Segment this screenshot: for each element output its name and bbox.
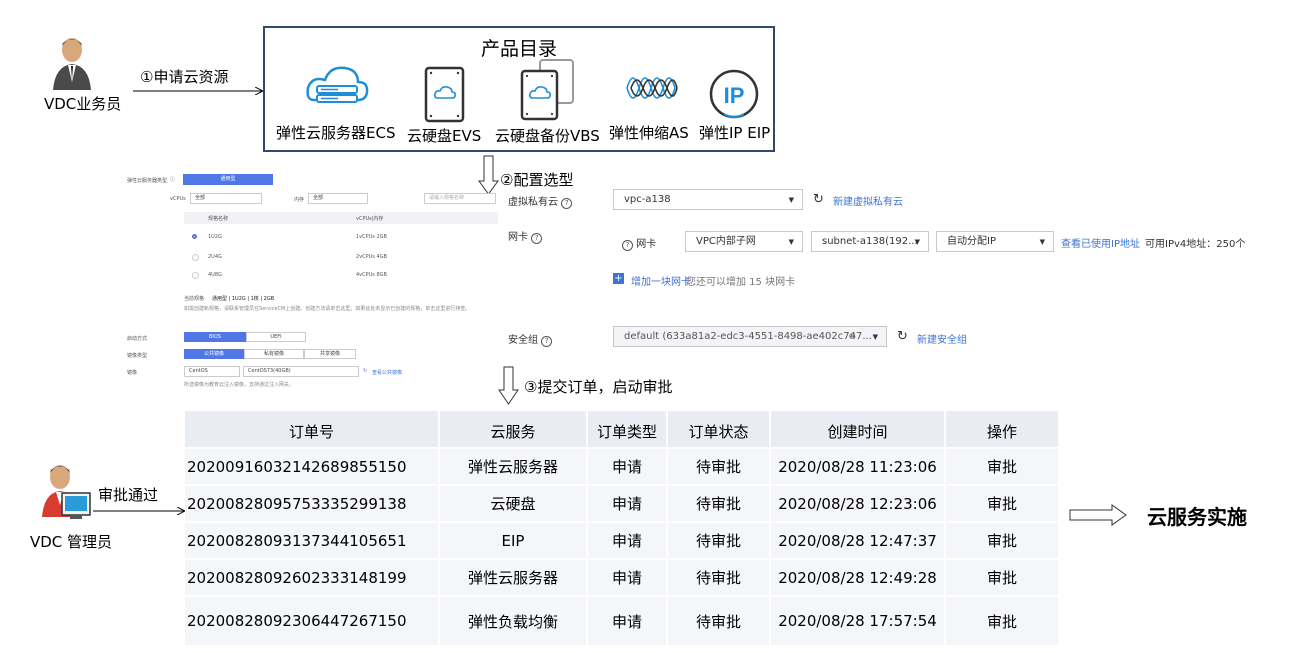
order-created: 2020/08/28 17:57:54 <box>771 597 946 647</box>
order-id: 20200828092306447267150 <box>185 597 440 647</box>
order-id: 2020082809575333529913​8 <box>185 486 440 523</box>
approve-action[interactable]: 审批 <box>946 449 1060 486</box>
order-service: 弹性云服务器 <box>440 449 588 486</box>
table-row: 20200828092602333148199 弹性云服务器 申请 待审批 20… <box>185 560 1060 597</box>
order-service: 弹性云服务器 <box>440 560 588 597</box>
order-created: 2020/08/28 12:49:28 <box>771 560 946 597</box>
order-id: 20200916032142689855150 <box>185 449 440 486</box>
approve-action[interactable]: 审批 <box>946 560 1060 597</box>
order-created: 2020/08/28 12:47:37 <box>771 523 946 560</box>
order-created: 2020/08/28 11:23:06 <box>771 449 946 486</box>
order-created: 2020/08/28 12:23:06 <box>771 486 946 523</box>
order-type: 申请 <box>588 597 668 647</box>
approve-action[interactable]: 审批 <box>946 597 1060 647</box>
approve-label: 审批通过 <box>98 486 159 504</box>
orders-table: 订单号 云服务 订单类型 订单状态 创建时间 操作 20200916032142… <box>185 411 1060 647</box>
result-label: 云服务实施 <box>1147 505 1247 529</box>
order-status: 待审批 <box>668 560 771 597</box>
order-type: 申请 <box>588 486 668 523</box>
order-status: 待审批 <box>668 486 771 523</box>
order-id: 20200828092602333148199 <box>185 560 440 597</box>
approve-action[interactable]: 审批 <box>946 523 1060 560</box>
col-created-time: 创建时间 <box>771 411 946 449</box>
table-row: 20200828093137344105651 EIP 申请 待审批 2020/… <box>185 523 1060 560</box>
col-order-id: 订单号 <box>185 411 440 449</box>
approve-action[interactable]: 审批 <box>946 486 1060 523</box>
order-status: 待审批 <box>668 597 771 647</box>
order-status: 待审批 <box>668 523 771 560</box>
admin-label: VDC 管理员 <box>30 533 113 551</box>
order-status: 待审批 <box>668 449 771 486</box>
order-type: 申请 <box>588 560 668 597</box>
order-type: 申请 <box>588 523 668 560</box>
order-service: EIP <box>440 523 588 560</box>
col-action: 操作 <box>946 411 1060 449</box>
orders-header-row: 订单号 云服务 订单类型 订单状态 创建时间 操作 <box>185 411 1060 449</box>
order-id: 20200828093137344105651 <box>185 523 440 560</box>
col-service: 云服务 <box>440 411 588 449</box>
table-row: 2020082809575333529913​8 云硬盘 申请 待审批 2020… <box>185 486 1060 523</box>
col-order-type: 订单类型 <box>588 411 668 449</box>
table-row: 20200828092306447267150 弹性负载均衡 申请 待审批 20… <box>185 597 1060 647</box>
col-order-status: 订单状态 <box>668 411 771 449</box>
order-type: 申请 <box>588 449 668 486</box>
order-service: 云硬盘 <box>440 486 588 523</box>
table-row: 20200916032142689855150 弹性云服务器 申请 待审批 20… <box>185 449 1060 486</box>
order-service: 弹性负载均衡 <box>440 597 588 647</box>
